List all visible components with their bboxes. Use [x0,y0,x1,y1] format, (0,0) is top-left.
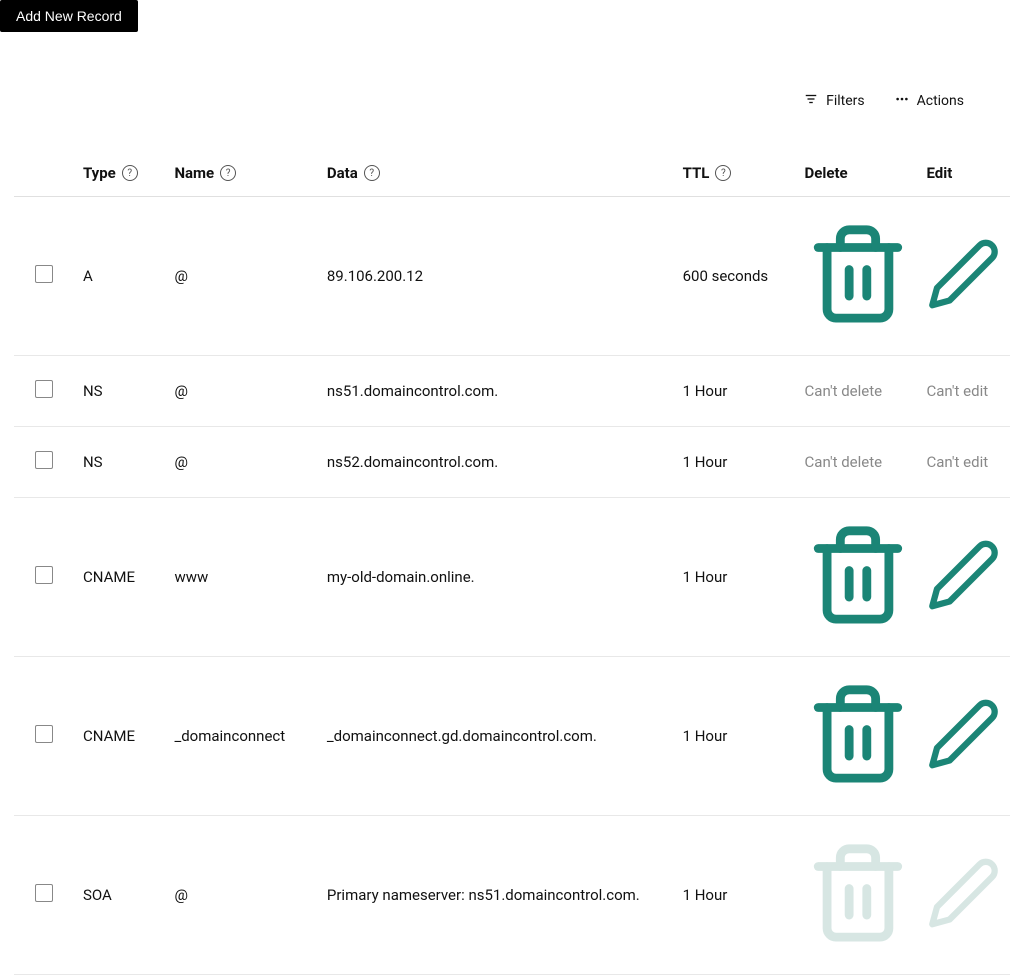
ellipsis-icon [895,92,909,110]
record-data: Primary nameserver: ns51.domaincontrol.c… [319,815,675,974]
record-name: @ [166,197,318,356]
record-ttl: 1 Hour [675,426,797,497]
delete-icon [805,932,911,950]
filters-label: Filters [826,93,865,109]
header-data: Data [327,164,358,182]
record-data: ns51.domaincontrol.com. [319,355,675,426]
edit-icon[interactable] [926,758,1002,776]
record-data: my-old-domain.online. [319,497,675,656]
actions-label: Actions [917,93,964,109]
row-checkbox[interactable] [35,884,53,902]
table-row: CNAMEwwwmy-old-domain.online.1 Hour [14,497,1010,656]
help-icon[interactable]: ? [364,165,380,181]
cant-edit-text: Can't edit [926,453,988,471]
filter-icon [804,92,818,110]
record-ttl: 1 Hour [675,497,797,656]
record-ttl: 1 Hour [675,355,797,426]
toolbar: Filters Actions [0,82,1024,120]
record-ttl: 1 Hour [675,815,797,974]
cant-delete-text: Can't delete [805,453,883,471]
edit-icon [926,917,1002,935]
record-ttl: 1 Hour [675,656,797,815]
record-name: @ [166,815,318,974]
record-type: SOA [75,815,166,974]
record-type: A [75,197,166,356]
add-new-record-button[interactable]: Add New Record [0,0,138,32]
table-row: SOA@Primary nameserver: ns51.domaincontr… [14,815,1010,974]
record-type: NS [75,355,166,426]
header-type: Type [83,164,116,182]
record-name: www [166,497,318,656]
row-checkbox[interactable] [35,725,53,743]
actions-button[interactable]: Actions [895,92,964,110]
record-name: _domainconnect [166,656,318,815]
delete-icon[interactable] [805,773,911,791]
edit-icon[interactable] [926,599,1002,617]
help-icon[interactable]: ? [715,165,731,181]
record-data: _domainconnect.gd.domaincontrol.com. [319,656,675,815]
table-row: CNAME_domainconnect_domainconnect.gd.dom… [14,656,1010,815]
delete-icon[interactable] [805,313,911,331]
record-data: 89.106.200.12 [319,197,675,356]
record-ttl: 600 seconds [675,197,797,356]
delete-icon[interactable] [805,614,911,632]
row-checkbox[interactable] [35,566,53,584]
help-icon[interactable]: ? [220,165,236,181]
edit-icon[interactable] [926,298,1002,316]
help-icon[interactable]: ? [122,165,138,181]
dns-records-table-container: Type ? Name ? Data ? [0,150,1024,975]
record-name: @ [166,355,318,426]
record-type: CNAME [75,656,166,815]
record-name: @ [166,426,318,497]
cant-delete-text: Can't delete [805,382,883,400]
dns-records-table: Type ? Name ? Data ? [14,150,1010,975]
cant-edit-text: Can't edit [926,382,988,400]
record-type: CNAME [75,497,166,656]
row-checkbox[interactable] [35,451,53,469]
header-ttl: TTL [683,164,710,182]
header-delete: Delete [805,164,848,182]
header-name: Name [174,164,214,182]
filters-button[interactable]: Filters [804,92,865,110]
row-checkbox[interactable] [35,380,53,398]
row-checkbox[interactable] [35,265,53,283]
table-row: A@89.106.200.12600 seconds [14,197,1010,356]
record-type: NS [75,426,166,497]
table-row: NS@ns51.domaincontrol.com.1 Hour Can't de… [14,355,1010,426]
header-edit: Edit [926,164,952,182]
table-row: NS@ns52.domaincontrol.com.1 Hour Can't de… [14,426,1010,497]
record-data: ns52.domaincontrol.com. [319,426,675,497]
